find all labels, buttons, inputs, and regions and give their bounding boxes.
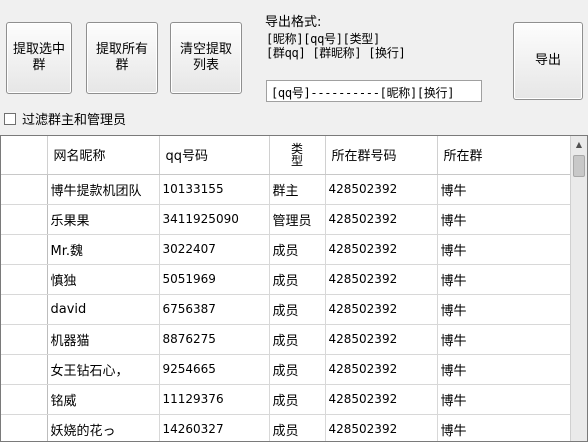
cell-type: 成员	[269, 234, 326, 265]
row-header[interactable]	[1, 414, 48, 441]
export-format-hint-2: [群qq] [群昵称] [换行]	[266, 46, 406, 60]
column-header-type[interactable]: 类型	[269, 136, 326, 175]
row-header[interactable]	[1, 324, 48, 355]
table-row[interactable]: david 6756387 成员 428502392 博牛	[1, 294, 573, 325]
cell-group-number: 428502392	[325, 294, 438, 325]
row-header[interactable]	[1, 384, 48, 415]
vertical-scrollbar[interactable]: ▲	[570, 136, 587, 441]
row-header[interactable]	[1, 264, 48, 295]
table-body: 博牛提款机团队 10133155 群主 428502392 博牛 乐果果 341192509…	[1, 174, 573, 441]
cell-type: 管理员	[269, 204, 326, 235]
scrollbar-thumb[interactable]	[573, 155, 585, 177]
cell-group-number: 428502392	[325, 414, 438, 441]
column-header-qq[interactable]: qq号码	[159, 136, 270, 175]
cell-nickname: 慎独	[47, 264, 160, 295]
export-format-input[interactable]: [qq号]----------[昵称][换行]	[266, 80, 482, 102]
cell-nickname: 妖娆的花っ	[47, 414, 160, 441]
cell-group-number: 428502392	[325, 204, 438, 235]
table-header-row: 网名昵称 qq号码 类型 所在群号码 所在群	[1, 136, 573, 175]
cell-type: 成员	[269, 414, 326, 441]
cell-nickname: 机器猫	[47, 324, 160, 355]
cell-type: 成员	[269, 354, 326, 385]
cell-type: 成员	[269, 384, 326, 415]
table-row[interactable]: 女王钻石心， 9254665 成员 428502392 博牛	[1, 354, 573, 385]
filter-admin-checkbox[interactable]: 过滤群主和管理员	[4, 109, 126, 128]
cell-group-number: 428502392	[325, 324, 438, 355]
row-header[interactable]	[1, 204, 48, 235]
table-row[interactable]: 妖娆的花っ 14260327 成员 428502392 博牛	[1, 414, 573, 441]
cell-nickname: 铭威	[47, 384, 160, 415]
cell-nickname: 博牛提款机团队	[47, 174, 160, 205]
row-header[interactable]	[1, 294, 48, 325]
cell-group: 博牛	[437, 384, 573, 415]
column-header-group-number[interactable]: 所在群号码	[325, 136, 438, 175]
table-row[interactable]: 慎独 5051969 成员 428502392 博牛	[1, 264, 573, 295]
cell-group: 博牛	[437, 204, 573, 235]
cell-group-number: 428502392	[325, 354, 438, 385]
scroll-up-icon[interactable]: ▲	[571, 136, 587, 153]
table-row[interactable]: 博牛提款机团队 10133155 群主 428502392 博牛	[1, 174, 573, 205]
cell-group: 博牛	[437, 354, 573, 385]
export-format-label: 导出格式:	[265, 15, 322, 30]
cell-group: 博牛	[437, 264, 573, 295]
cell-group: 博牛	[437, 294, 573, 325]
extract-selected-button[interactable]: 提取选中群	[6, 22, 72, 94]
cell-nickname: david	[47, 294, 160, 325]
table-row[interactable]: 机器猫 8876275 成员 428502392 博牛	[1, 324, 573, 355]
row-header[interactable]	[1, 354, 48, 385]
checkbox-box[interactable]	[4, 112, 16, 125]
cell-type: 群主	[269, 174, 326, 205]
cell-qq: 11129376	[159, 384, 270, 415]
cell-group-number: 428502392	[325, 384, 438, 415]
cell-qq: 9254665	[159, 354, 270, 385]
table-row[interactable]: 乐果果 3411925090 管理员 428502392 博牛	[1, 204, 573, 235]
cell-nickname: Mr.魏	[47, 234, 160, 265]
clear-list-button[interactable]: 清空提取列表	[170, 22, 242, 94]
cell-group: 博牛	[437, 414, 573, 441]
cell-group-number: 428502392	[325, 234, 438, 265]
table-row[interactable]: 铭威 11129376 成员 428502392 博牛	[1, 384, 573, 415]
cell-group-number: 428502392	[325, 264, 438, 295]
row-header[interactable]	[1, 174, 48, 205]
cell-qq: 6756387	[159, 294, 270, 325]
cell-type: 成员	[269, 264, 326, 295]
cell-qq: 3022407	[159, 234, 270, 265]
cell-qq: 3411925090	[159, 204, 270, 235]
cell-nickname: 乐果果	[47, 204, 160, 235]
column-header-nickname[interactable]: 网名昵称	[47, 136, 160, 175]
extract-all-button[interactable]: 提取所有群	[86, 22, 158, 94]
column-header-type-label: 类型	[290, 141, 303, 168]
export-button[interactable]: 导出	[513, 22, 583, 100]
row-header[interactable]	[1, 234, 48, 265]
row-header-corner	[1, 136, 48, 175]
member-table: 网名昵称 qq号码 类型 所在群号码 所在群 博牛提款机团队 10133155 群主…	[1, 136, 573, 441]
column-header-group[interactable]: 所在群	[437, 136, 573, 175]
cell-group: 博牛	[437, 324, 573, 355]
cell-qq: 10133155	[159, 174, 270, 205]
cell-nickname: 女王钻石心，	[47, 354, 160, 385]
member-grid[interactable]: 网名昵称 qq号码 类型 所在群号码 所在群 博牛提款机团队 10133155 群主…	[0, 135, 588, 442]
cell-group-number: 428502392	[325, 174, 438, 205]
cell-type: 成员	[269, 324, 326, 355]
filter-admin-label: 过滤群主和管理员	[22, 113, 127, 128]
cell-group: 博牛	[437, 234, 573, 265]
cell-qq: 14260327	[159, 414, 270, 441]
cell-qq: 5051969	[159, 264, 270, 295]
cell-group: 博牛	[437, 174, 573, 205]
table-row[interactable]: Mr.魏 3022407 成员 428502392 博牛	[1, 234, 573, 265]
cell-qq: 8876275	[159, 324, 270, 355]
cell-type: 成员	[269, 294, 326, 325]
export-format-hint-1: [昵称][qq号][类型]	[266, 32, 380, 46]
